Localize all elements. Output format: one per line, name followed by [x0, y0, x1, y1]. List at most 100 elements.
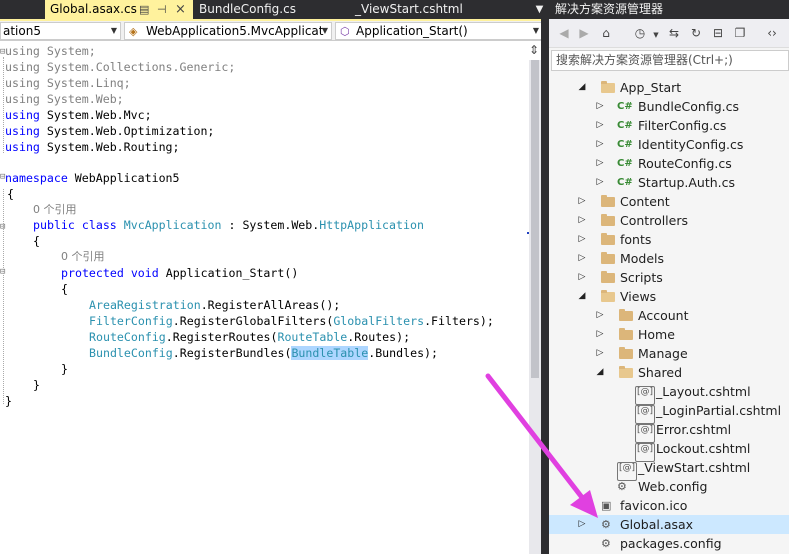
- folder-open-icon: [601, 78, 615, 97]
- tree-item-label: Error.cshtml: [656, 422, 732, 437]
- tree-item-error-cshtml[interactable]: [@] Error.cshtml: [549, 420, 789, 443]
- show-all-files-icon[interactable]: ❐: [731, 24, 749, 42]
- chevron-down-icon: ▼: [110, 26, 117, 35]
- split-window-icon[interactable]: ⇕: [527, 43, 541, 57]
- project-dropdown[interactable]: ation5 ▼: [0, 22, 121, 40]
- pin-icon[interactable]: ⊣: [157, 0, 167, 19]
- class-dropdown[interactable]: ◈ WebApplication5.MvcApplicat ▼: [124, 22, 332, 40]
- tree-item-label: fonts: [620, 232, 652, 247]
- tree-item-label: IdentityConfig.cs: [638, 137, 744, 152]
- tree-item-account[interactable]: ▷ Account: [549, 306, 789, 325]
- pane-splitter[interactable]: [541, 19, 549, 554]
- collapsed-arrow-icon[interactable]: ▷: [595, 306, 605, 325]
- code-line: {: [7, 187, 14, 201]
- document-tab-bar: Global.asax.cs ▤ ⊣ × BundleConfig.cs _Vi…: [0, 0, 549, 19]
- tree-item-home[interactable]: ▷ Home: [549, 325, 789, 344]
- tree-item-favicon-ico[interactable]: ▣ favicon.ico: [549, 496, 789, 515]
- selected-text: BundleTable: [291, 346, 369, 360]
- close-icon[interactable]: ×: [175, 0, 186, 19]
- collapsed-arrow-icon[interactable]: ▷: [595, 173, 605, 192]
- tree-item-label: Scripts: [620, 270, 663, 285]
- tree-item-viewstart-cshtml[interactable]: [@] _ViewStart.cshtml: [549, 458, 789, 481]
- tree-item-loginpartial-cshtml[interactable]: [@] _LoginPartial.cshtml: [549, 401, 789, 424]
- collapsed-arrow-icon[interactable]: ▷: [595, 344, 605, 363]
- tree-item-content[interactable]: ▷ Content: [549, 192, 789, 211]
- csharp-file-icon: C#: [617, 101, 633, 112]
- tab-overflow-dropdown-icon[interactable]: ▼: [530, 0, 549, 19]
- back-icon[interactable]: ◀: [555, 24, 573, 42]
- forward-icon[interactable]: ▶: [575, 24, 593, 42]
- expanded-arrow-icon[interactable]: ◢: [577, 287, 587, 306]
- tree-item-identityconfig-cs[interactable]: ▷ C# IdentityConfig.cs: [549, 135, 789, 154]
- tree-item-fonts[interactable]: ▷ fonts: [549, 230, 789, 249]
- tree-item-label: Manage: [638, 346, 688, 361]
- code-line: using System.Web.Mvc;: [5, 108, 152, 122]
- class-dropdown-value: WebApplication5.MvcApplicat: [146, 24, 324, 38]
- codelens-references[interactable]: 0 个引用: [61, 249, 105, 265]
- tree-item-manage[interactable]: ▷ Manage: [549, 344, 789, 363]
- code-line: using System.Collections.Generic;: [5, 60, 236, 74]
- tree-item-app-start[interactable]: ◢ App_Start: [549, 78, 789, 97]
- tab-global-asax-cs[interactable]: Global.asax.cs ▤ ⊣ ×: [45, 0, 193, 19]
- indent-guide: [3, 189, 4, 404]
- tree-item-bundleconfig-cs[interactable]: ▷ C# BundleConfig.cs: [549, 97, 789, 116]
- csharp-file-icon: C#: [617, 158, 633, 169]
- folder-open-icon: [601, 287, 615, 306]
- codelens-references[interactable]: 0 个引用: [33, 202, 77, 218]
- code-line: public class MvcApplication : System.Web…: [33, 218, 424, 232]
- solution-tree: ◢ App_Start ▷ C# BundleConfig.cs ▷ C# Fi…: [549, 74, 789, 554]
- scrollbar-thumb[interactable]: [531, 60, 539, 378]
- refresh-icon[interactable]: ↻: [687, 24, 705, 42]
- code-editor[interactable]: Global.asax.cs ▤ ⊣ × BundleConfig.cs _Vi…: [0, 0, 549, 554]
- expanded-arrow-icon[interactable]: ◢: [595, 363, 605, 382]
- collapsed-arrow-icon[interactable]: ▷: [577, 211, 587, 230]
- code-line: using System.Linq;: [5, 76, 131, 90]
- tree-item-packages-config[interactable]: ⚙ packages.config: [549, 534, 789, 553]
- indent-guide: [3, 57, 4, 153]
- tree-item-filterconfig-cs[interactable]: ▷ C# FilterConfig.cs: [549, 116, 789, 135]
- tree-item-startup-auth-cs[interactable]: ▷ C# Startup.Auth.cs: [549, 173, 789, 192]
- collapsed-arrow-icon[interactable]: ▷: [595, 116, 605, 135]
- code-area[interactable]: ⊟ ⊟ ⊟ ⊟ using System; using System.Colle…: [0, 41, 529, 554]
- tree-item-shared[interactable]: ◢ Shared: [549, 363, 789, 382]
- tree-item-layout-cshtml[interactable]: [@] _Layout.cshtml: [549, 382, 789, 405]
- chevron-down-icon: ▼: [321, 26, 328, 35]
- collapsed-arrow-icon[interactable]: ▷: [577, 515, 587, 534]
- tree-item-routeconfig-cs[interactable]: ▷ C# RouteConfig.cs: [549, 154, 789, 173]
- tree-item-controllers[interactable]: ▷ Controllers: [549, 211, 789, 230]
- vertical-scrollbar[interactable]: [529, 60, 541, 554]
- collapsed-arrow-icon[interactable]: ▷: [577, 192, 587, 211]
- save-state-icon: ▤: [139, 3, 150, 16]
- tab-bundleconfig-cs[interactable]: BundleConfig.cs: [193, 0, 333, 19]
- tab-viewstart-cshtml[interactable]: _ViewStart.cshtml: [350, 0, 500, 19]
- csharp-file-icon: C#: [617, 120, 633, 131]
- code-line: using System.Web;: [5, 92, 124, 106]
- collapsed-arrow-icon[interactable]: ▷: [577, 230, 587, 249]
- member-dropdown[interactable]: ⬡ Application_Start() ▼: [335, 22, 543, 40]
- tree-item-models[interactable]: ▷ Models: [549, 249, 789, 268]
- tree-item-scripts[interactable]: ▷ Scripts: [549, 268, 789, 287]
- code-line: AreaRegistration.RegisterAllAreas();: [89, 298, 341, 312]
- tree-item-label: favicon.ico: [620, 498, 688, 513]
- collapsed-arrow-icon[interactable]: ▷: [577, 268, 587, 287]
- chevron-down-icon[interactable]: ▼: [647, 24, 665, 42]
- expanded-arrow-icon[interactable]: ◢: [577, 78, 587, 97]
- navigation-bar: ation5 ▼ ◈ WebApplication5.MvcApplicat ▼…: [0, 21, 549, 41]
- collapsed-arrow-icon[interactable]: ▷: [577, 249, 587, 268]
- collapsed-arrow-icon[interactable]: ▷: [595, 135, 605, 154]
- solution-explorer-title: 解决方案资源管理器: [549, 0, 789, 19]
- collapsed-arrow-icon[interactable]: ▷: [595, 325, 605, 344]
- sync-icon[interactable]: ⇆: [665, 24, 683, 42]
- home-icon[interactable]: ⌂: [597, 24, 615, 42]
- code-view-icon[interactable]: ‹›: [763, 24, 781, 42]
- collapsed-arrow-icon[interactable]: ▷: [595, 154, 605, 173]
- tree-item-web-config[interactable]: ⚙ Web.config: [549, 477, 789, 496]
- tree-item-global-asax[interactable]: ▷ ⚙ Global.asax: [549, 515, 789, 534]
- tree-item-lockout-cshtml[interactable]: [@] Lockout.cshtml: [549, 439, 789, 462]
- solution-explorer-search-input[interactable]: 搜索解决方案资源管理器(Ctrl+;): [551, 50, 789, 71]
- tree-item-label: FilterConfig.cs: [638, 118, 727, 133]
- collapsed-arrow-icon[interactable]: ▷: [595, 97, 605, 116]
- code-line: }: [5, 394, 12, 408]
- tree-item-views[interactable]: ◢ Views: [549, 287, 789, 306]
- collapse-all-icon[interactable]: ⊟: [709, 24, 727, 42]
